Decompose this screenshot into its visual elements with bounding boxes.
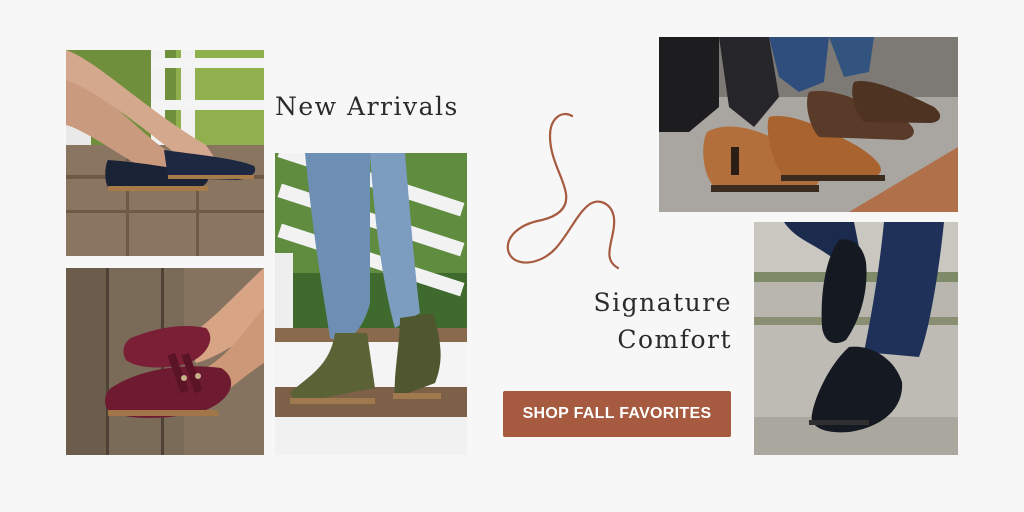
photo-burgundy-mary-janes	[66, 268, 264, 455]
headline-line-1: Signature	[593, 288, 732, 317]
photo-black-flats	[754, 222, 958, 455]
photo-tan-slip-ons	[659, 37, 958, 212]
headline-new-arrivals: New Arrivals	[275, 92, 459, 121]
headline-line-2: Comfort	[617, 325, 732, 354]
photo-olive-booties	[275, 153, 467, 455]
shop-fall-favorites-button[interactable]: SHOP FALL FAVORITES	[503, 391, 731, 437]
ampersand-script: &	[500, 108, 626, 274]
headline-signature-comfort: Signature Comfort	[593, 284, 732, 358]
photo-navy-flats	[66, 50, 264, 256]
